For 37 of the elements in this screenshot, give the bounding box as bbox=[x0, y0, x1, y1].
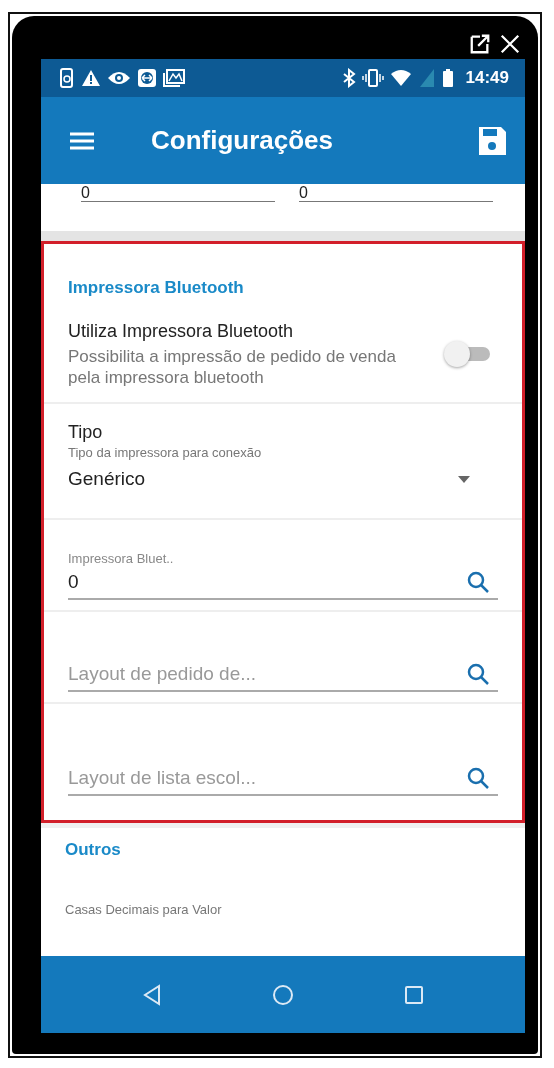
back-icon[interactable] bbox=[142, 983, 162, 1006]
gallery-icon bbox=[163, 69, 185, 87]
input-field[interactable]: 0 bbox=[81, 184, 275, 202]
home-icon[interactable] bbox=[272, 983, 294, 1006]
search-icon[interactable] bbox=[466, 662, 490, 686]
setting-description: Possibilita a impressão de pedido de venda pela impressora bluetooth bbox=[68, 345, 397, 388]
menu-icon[interactable] bbox=[69, 130, 95, 151]
toggle-switch[interactable] bbox=[444, 341, 490, 367]
warning-icon bbox=[81, 69, 101, 87]
setting-description: Tipo da impressora para conexão bbox=[68, 445, 263, 460]
status-time: 14:49 bbox=[465, 68, 509, 88]
eye-icon bbox=[107, 70, 131, 86]
section-header: Outros bbox=[64, 839, 122, 860]
no-sim-icon bbox=[417, 68, 436, 88]
setting-label: Utiliza Impressora Bluetooth bbox=[68, 320, 295, 342]
vibrate-icon bbox=[361, 68, 384, 88]
wifi-icon bbox=[389, 69, 412, 87]
battery-icon bbox=[441, 68, 454, 88]
input-field[interactable]: Layout de pedido de... bbox=[68, 663, 466, 685]
external-link-icon[interactable] bbox=[469, 33, 491, 55]
bluetooth-icon bbox=[341, 68, 356, 88]
recents-icon[interactable] bbox=[404, 984, 424, 1005]
search-icon[interactable] bbox=[466, 766, 490, 790]
phone-icon bbox=[59, 68, 75, 88]
input-field[interactable]: 0 bbox=[68, 571, 466, 593]
setting-label: Tipo bbox=[68, 422, 104, 443]
input-field[interactable]: 0 bbox=[299, 184, 493, 202]
section-header: Impressora Bluetooth bbox=[67, 277, 245, 299]
field-label: Impressora Bluet.. bbox=[68, 551, 175, 566]
close-icon[interactable] bbox=[499, 33, 521, 55]
app-title: Configurações bbox=[151, 125, 335, 156]
input-field[interactable]: Layout de lista escol... bbox=[68, 767, 466, 789]
search-icon[interactable] bbox=[466, 570, 490, 594]
caret-icon bbox=[458, 475, 470, 483]
dropdown[interactable]: Genérico bbox=[68, 468, 498, 490]
remote-arrows-icon bbox=[137, 68, 157, 88]
field-label: Casas Decimais para Valor bbox=[65, 902, 223, 917]
